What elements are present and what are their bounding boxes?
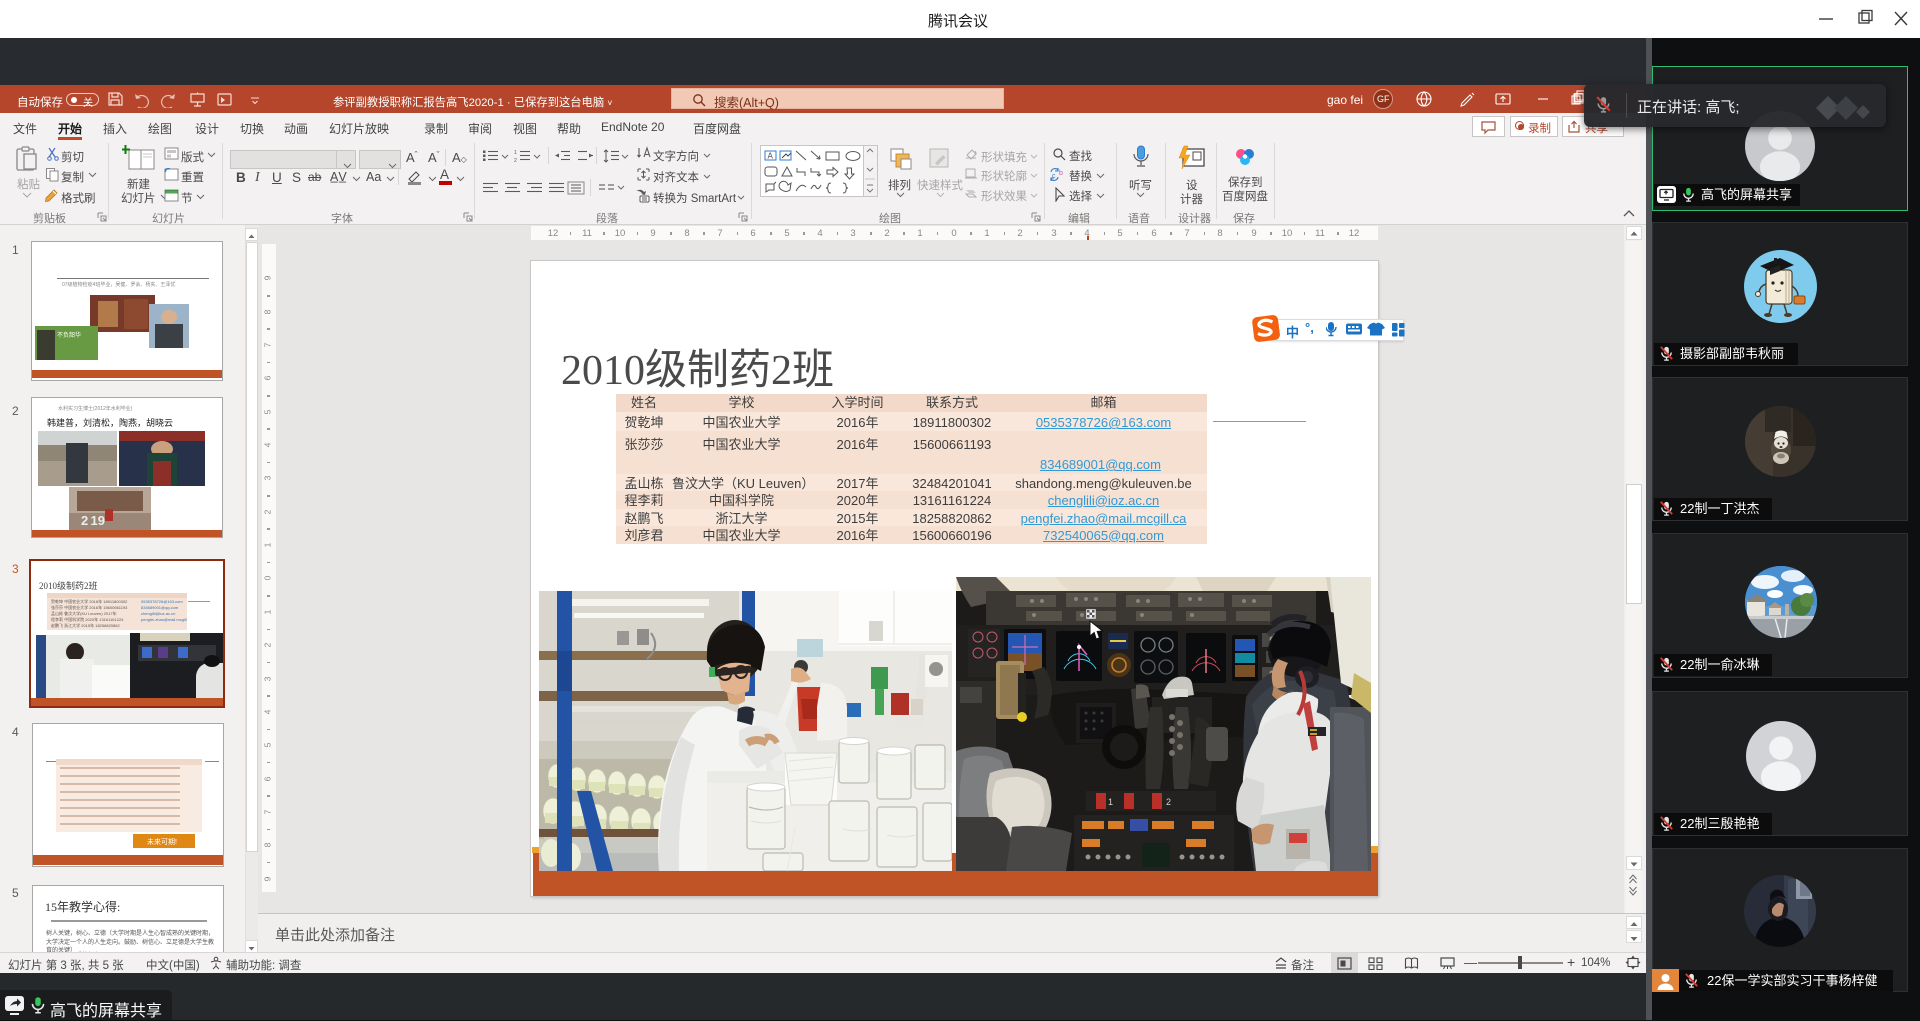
svg-text:2: 2	[514, 158, 517, 163]
svg-text:b: b	[1059, 170, 1063, 177]
svg-text:1: 1	[514, 150, 517, 156]
svg-text:2: 2	[1166, 797, 1171, 807]
svg-text:A: A	[768, 152, 774, 161]
svg-text:c: c	[1052, 173, 1056, 180]
svg-text:1: 1	[1108, 797, 1113, 807]
